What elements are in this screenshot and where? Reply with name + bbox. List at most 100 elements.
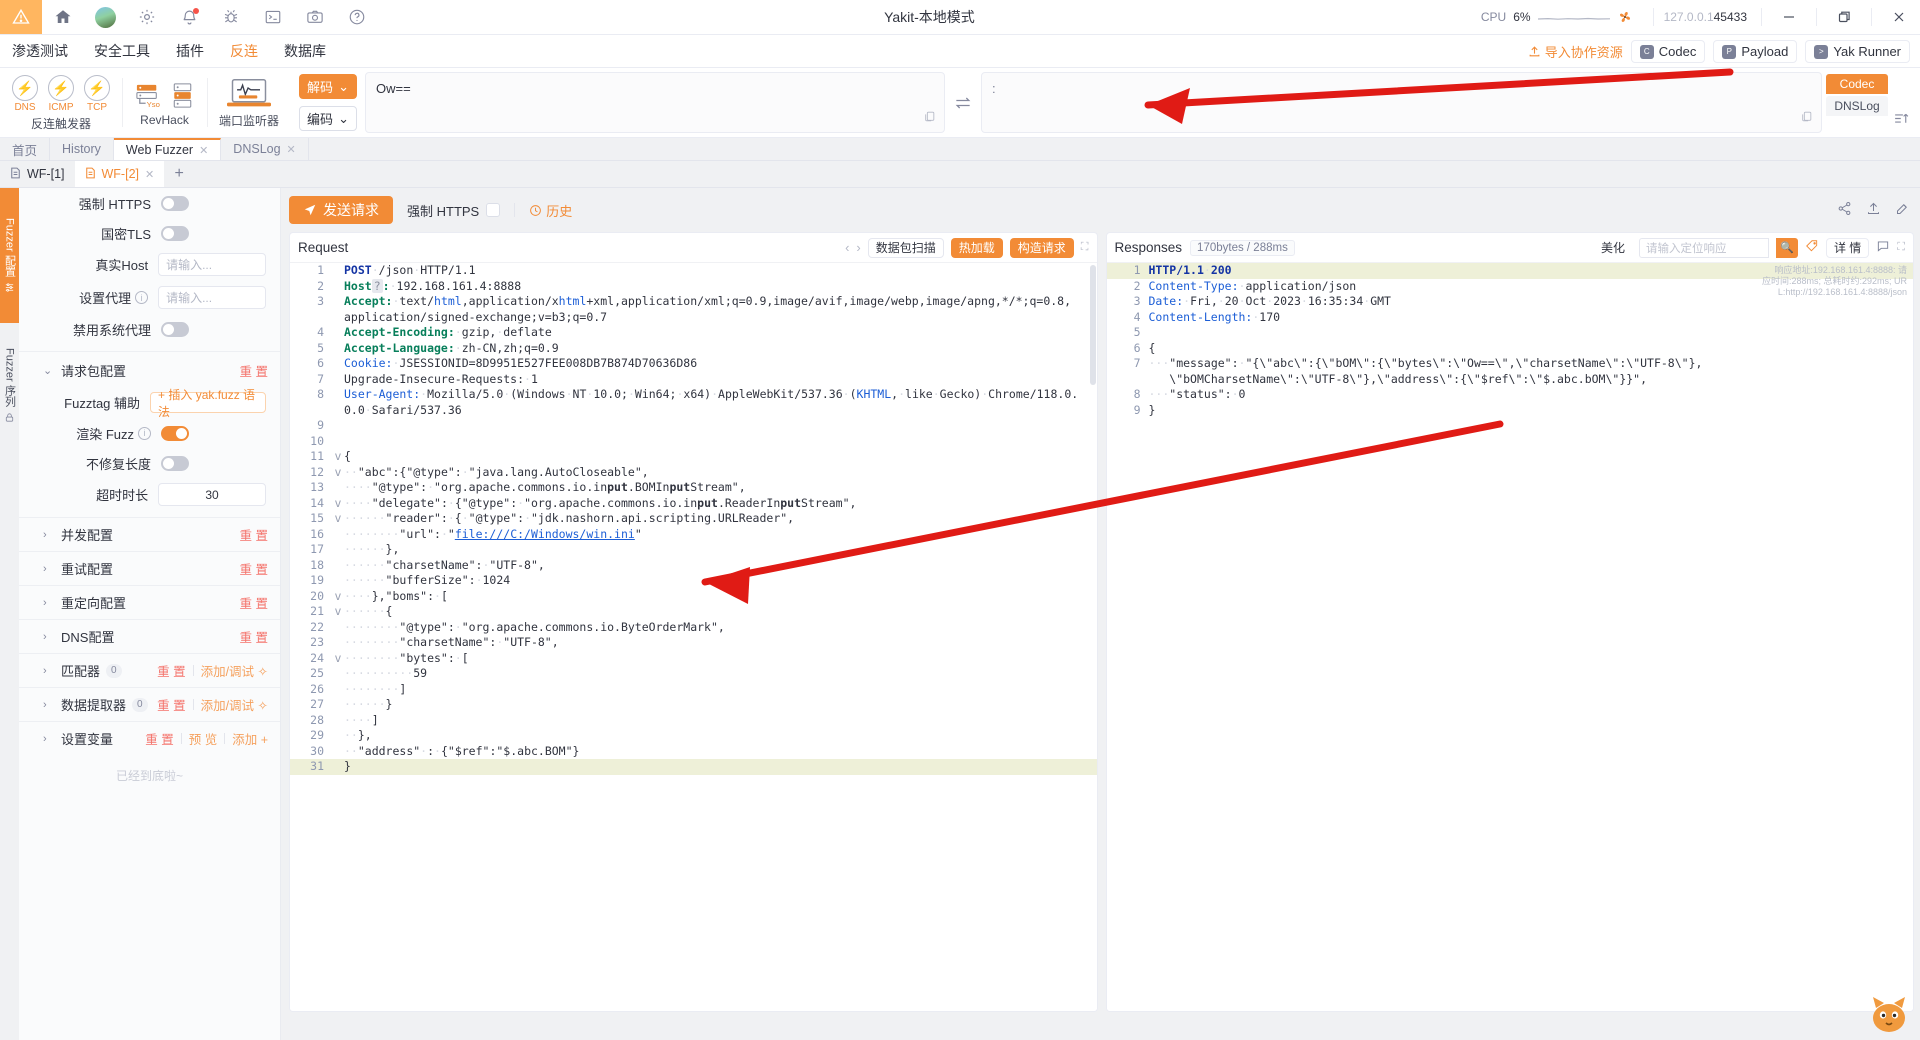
- reset-button[interactable]: 重 置: [240, 627, 268, 646]
- fuzzer-tab-wf2[interactable]: WF-[2] ✕: [74, 161, 165, 187]
- reset-button[interactable]: 重 置: [157, 695, 185, 714]
- import-collab-resource-button[interactable]: 导入协作资源: [1528, 42, 1623, 61]
- page-tab-history[interactable]: History: [50, 138, 114, 160]
- warning-icon[interactable]: [0, 0, 42, 34]
- section-dns-config[interactable]: › DNS配置 重 置: [19, 619, 280, 653]
- search-icon[interactable]: 🔍: [1775, 237, 1798, 258]
- build-request-button[interactable]: 构造请求: [1009, 237, 1074, 258]
- fold-toggle[interactable]: v: [332, 651, 344, 667]
- decode-button[interactable]: 解码 ⌄: [299, 74, 358, 99]
- force-https-toggle[interactable]: [161, 195, 189, 211]
- fan-icon[interactable]: [1617, 9, 1633, 25]
- page-tab-web-fuzzer[interactable]: Web Fuzzer ✕: [113, 138, 222, 160]
- fold-toggle[interactable]: v: [332, 511, 344, 527]
- hot-reload-button[interactable]: 热加载: [950, 237, 1003, 258]
- copy-icon[interactable]: [923, 110, 936, 126]
- edit-icon[interactable]: [1895, 201, 1910, 219]
- send-request-button[interactable]: 发送请求: [289, 196, 393, 224]
- response-search-input[interactable]: 请输入定位响应: [1638, 237, 1769, 258]
- fold-toggle[interactable]: v: [332, 465, 344, 481]
- section-concurrency-config[interactable]: › 并发配置 重 置: [19, 517, 280, 551]
- share-icon[interactable]: [1837, 201, 1852, 219]
- bug-icon[interactable]: [210, 0, 252, 35]
- tab-codec[interactable]: Codec: [1826, 74, 1888, 94]
- encode-button[interactable]: 编码 ⌄: [299, 106, 358, 131]
- codec-button[interactable]: C Codec: [1630, 40, 1706, 63]
- info-icon[interactable]: i: [138, 426, 151, 440]
- timeout-input[interactable]: 30: [158, 483, 266, 506]
- request-editor[interactable]: 1 POST·/json·HTTP/1.1 2 Host?:·192.168.161.…: [290, 263, 1097, 1011]
- codec-output[interactable]: :: [981, 72, 1822, 133]
- reset-button[interactable]: 重 置: [145, 729, 173, 748]
- dns-trigger-button[interactable]: ⚡ DNS: [12, 74, 38, 113]
- add-debug-button[interactable]: 添加/调试 ✧: [201, 661, 268, 680]
- real-host-input[interactable]: 请输入...: [158, 253, 266, 276]
- codec-input[interactable]: Ow==: [365, 72, 946, 133]
- proxy-input[interactable]: 请输入...: [158, 286, 266, 309]
- reset-button[interactable]: 重 置: [157, 661, 185, 680]
- add-fuzzer-tab-button[interactable]: +: [164, 161, 194, 187]
- camera-icon[interactable]: [294, 0, 336, 35]
- beautify-button[interactable]: 美化: [1594, 238, 1632, 258]
- minimize-button[interactable]: [1772, 0, 1806, 35]
- rail-fuzzer-sequence[interactable]: Fuzzer 序列: [0, 323, 19, 448]
- payload-button[interactable]: P Payload: [1713, 40, 1798, 63]
- bell-icon[interactable]: [168, 0, 210, 35]
- gm-tls-toggle[interactable]: [161, 225, 189, 241]
- expand-icon[interactable]: ⛶: [1081, 241, 1089, 254]
- gear-icon[interactable]: [126, 0, 168, 35]
- menu-item-reverse[interactable]: 反连: [230, 41, 258, 61]
- section-request-config[interactable]: ⌄ 请求包配置 重 置: [19, 354, 280, 387]
- render-fuzz-toggle[interactable]: [161, 425, 189, 441]
- tag-icon[interactable]: [1805, 239, 1819, 256]
- fuzzer-tab-wf1[interactable]: WF-[1]: [0, 161, 75, 187]
- tab-dnslog[interactable]: DNSLog: [1826, 96, 1888, 116]
- response-editor[interactable]: 1 HTTP/1.1·200 2 Content-Type:·application/…: [1106, 263, 1913, 1011]
- disable-system-proxy-toggle[interactable]: [161, 321, 189, 337]
- avatar[interactable]: [84, 0, 126, 35]
- menu-item-pentest[interactable]: 渗透测试: [12, 41, 68, 61]
- add-variable-button[interactable]: 添加 +: [232, 729, 268, 748]
- yak-runner-button[interactable]: > Yak Runner: [1805, 40, 1910, 63]
- expand-icon[interactable]: ⛶: [1897, 241, 1905, 254]
- close-icon[interactable]: ✕: [145, 168, 154, 181]
- request-scrollbar-thumb[interactable]: [1089, 265, 1096, 385]
- port-listener-icon[interactable]: [225, 77, 273, 110]
- page-tab-home[interactable]: 首页: [0, 138, 51, 160]
- fold-toggle[interactable]: v: [332, 589, 344, 605]
- insert-yakfuzz-syntax-button[interactable]: + 插入 yak.fuzz 语法: [150, 388, 266, 419]
- close-icon[interactable]: ✕: [199, 144, 208, 157]
- detail-button[interactable]: 详 情: [1825, 237, 1870, 258]
- reset-button[interactable]: 重 置: [240, 525, 268, 544]
- menu-item-plugins[interactable]: 插件: [176, 41, 204, 61]
- help-icon[interactable]: [336, 0, 378, 35]
- reset-button[interactable]: 重 置: [240, 361, 268, 380]
- copy-icon[interactable]: [1800, 110, 1813, 126]
- maximize-button[interactable]: [1827, 0, 1861, 35]
- menu-item-security-tools[interactable]: 安全工具: [94, 41, 150, 61]
- prev-icon[interactable]: ‹: [845, 240, 849, 255]
- comment-icon[interactable]: [1876, 239, 1890, 256]
- fold-toggle[interactable]: v: [332, 449, 344, 465]
- reset-button[interactable]: 重 置: [240, 559, 268, 578]
- section-matcher[interactable]: › 匹配器 0 重 置 添加/调试 ✧: [19, 653, 280, 687]
- add-debug-button[interactable]: 添加/调试 ✧: [201, 695, 268, 714]
- rail-fuzzer-config[interactable]: Fuzzer 配置: [0, 188, 19, 323]
- force-https-checkbox[interactable]: [486, 203, 501, 217]
- info-icon[interactable]: i: [135, 291, 149, 304]
- collapse-ribbon-icon[interactable]: [1888, 72, 1914, 133]
- close-button[interactable]: [1882, 0, 1916, 35]
- home-icon[interactable]: [42, 0, 84, 35]
- terminal-icon[interactable]: [252, 0, 294, 35]
- revhack-icon[interactable]: [171, 80, 195, 111]
- swap-icon[interactable]: [945, 72, 981, 133]
- no-fix-length-toggle[interactable]: [161, 455, 189, 471]
- section-variables[interactable]: › 设置变量 重 置 预 览 添加 +: [19, 721, 280, 755]
- section-extractor[interactable]: › 数据提取器 0 重 置 添加/调试 ✧: [19, 687, 280, 721]
- section-redirect-config[interactable]: › 重定向配置 重 置: [19, 585, 280, 619]
- history-button[interactable]: 历史: [529, 201, 572, 220]
- preview-button[interactable]: 预 览: [189, 729, 217, 748]
- reset-button[interactable]: 重 置: [240, 593, 268, 612]
- section-retry-config[interactable]: › 重试配置 重 置: [19, 551, 280, 585]
- fold-toggle[interactable]: v: [332, 496, 344, 512]
